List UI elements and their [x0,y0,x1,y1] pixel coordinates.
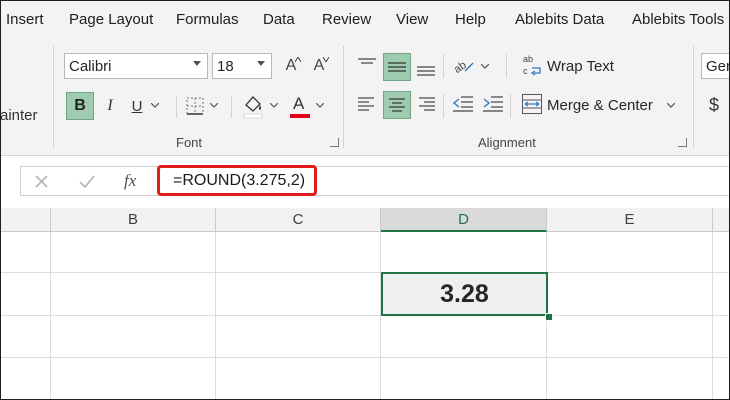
svg-text:ab: ab [453,59,469,75]
grid-line [0,315,730,316]
formula-text: =ROUND(3.275,2) [173,172,306,189]
wrap-text-icon[interactable]: ab c [522,53,544,77]
grid-line [0,357,730,358]
merge-center-icon[interactable] [522,94,542,114]
font-size-value: 18 [217,58,234,75]
font-name-dropdown[interactable]: Calibri [64,53,208,79]
orientation-icon[interactable]: ab [453,55,475,75]
bold-button[interactable]: B [66,92,94,120]
ribbon-separator [506,54,507,78]
column-header-e[interactable]: E [547,208,713,232]
ribbon-separator [343,46,344,148]
decrease-indent-icon[interactable] [453,96,473,112]
tab-data[interactable]: Data [263,11,295,28]
format-painter-label[interactable]: ainter [0,107,38,124]
number-format-value: Gen [706,58,730,75]
ribbon-separator [443,54,444,78]
ribbon: ainter Calibri 18 A A B I U A Font ab ab… [0,40,730,156]
align-left-icon[interactable] [358,97,376,111]
grid-line [50,232,51,400]
chevron-down-icon[interactable] [270,103,278,108]
grid-line [215,232,216,400]
enter-check-icon[interactable] [79,175,95,188]
italic-label: I [107,97,113,114]
grow-font-button[interactable]: A [280,53,302,79]
font-size-dropdown[interactable]: 18 [212,53,272,79]
dollar-icon[interactable]: $ [709,95,719,116]
fill-handle[interactable] [545,313,553,321]
tab-insert[interactable]: Insert [6,11,44,28]
svg-text:ab: ab [523,54,533,64]
bold-label: B [74,97,86,114]
chevron-down-icon[interactable] [481,64,489,69]
column-header-d[interactable]: D [381,208,547,232]
fill-color-icon[interactable] [242,93,264,119]
svg-text:c: c [523,66,528,76]
formula-input[interactable]: =ROUND(3.275,2) [157,165,317,196]
merge-center-button[interactable]: Merge & Center [547,97,653,114]
font-color-button[interactable]: A [290,92,310,120]
ribbon-separator [231,96,232,118]
italic-button[interactable]: I [98,92,122,120]
tab-ablebits-data[interactable]: Ablebits Data [515,11,604,28]
ribbon-tab-bar: Insert Page Layout Formulas Data Review … [0,0,730,41]
wrap-text-button[interactable]: Wrap Text [547,58,614,75]
middle-align-button[interactable] [383,53,411,81]
alignment-dialog-launcher-icon[interactable] [678,138,687,147]
formula-bar: fx [0,156,730,208]
ribbon-separator [53,46,54,148]
column-header-b[interactable]: B [51,208,216,232]
cancel-icon[interactable] [35,175,48,188]
underline-button[interactable]: U [126,92,148,120]
font-color-letter: A [293,94,305,113]
column-header-c[interactable]: C [216,208,381,232]
increase-indent-icon[interactable] [483,96,503,112]
chevron-down-icon[interactable] [316,103,324,108]
tab-review[interactable]: Review [322,11,371,28]
tab-view[interactable]: View [396,11,428,28]
top-align-icon[interactable] [358,58,376,70]
chevron-down-icon[interactable] [151,103,159,108]
bottom-align-icon[interactable] [417,62,435,76]
middle-align-icon [388,62,406,72]
select-all-corner[interactable] [0,208,51,232]
grid-line [0,272,730,273]
formula-bar-buttons: fx [20,166,160,196]
caret-down-icon [323,57,329,62]
ribbon-separator [693,46,694,148]
column-header-f[interactable] [713,208,730,232]
align-center-icon [389,98,405,112]
ribbon-separator [443,94,444,118]
chevron-down-icon [193,61,201,66]
tab-ablebits-tools[interactable]: Ablebits Tools [632,11,724,28]
ribbon-separator [510,94,511,118]
chevron-down-icon[interactable] [210,103,218,108]
tab-page-layout[interactable]: Page Layout [69,11,153,28]
font-color-swatch [290,114,310,118]
font-group-label: Font [176,135,203,150]
tab-help[interactable]: Help [455,11,486,28]
alignment-group-label: Alignment [478,135,536,150]
borders-icon[interactable] [186,97,204,115]
grid-line [380,232,381,400]
font-dialog-launcher-icon[interactable] [330,138,339,147]
center-align-button[interactable] [383,91,411,119]
shrink-font-button[interactable]: A [308,53,330,79]
align-right-icon[interactable] [417,97,435,111]
number-format-dropdown[interactable]: Gen [701,53,730,79]
font-name-value: Calibri [69,58,112,75]
selected-cell-d[interactable]: 3.28 [381,272,548,316]
grid-line [712,232,713,400]
caret-up-icon [295,57,301,62]
ribbon-separator [176,96,177,118]
tab-formulas[interactable]: Formulas [176,11,239,28]
chevron-down-icon[interactable] [667,103,675,108]
underline-label: U [131,97,143,115]
insert-function-icon[interactable]: fx [124,171,136,191]
chevron-down-icon [257,61,265,66]
